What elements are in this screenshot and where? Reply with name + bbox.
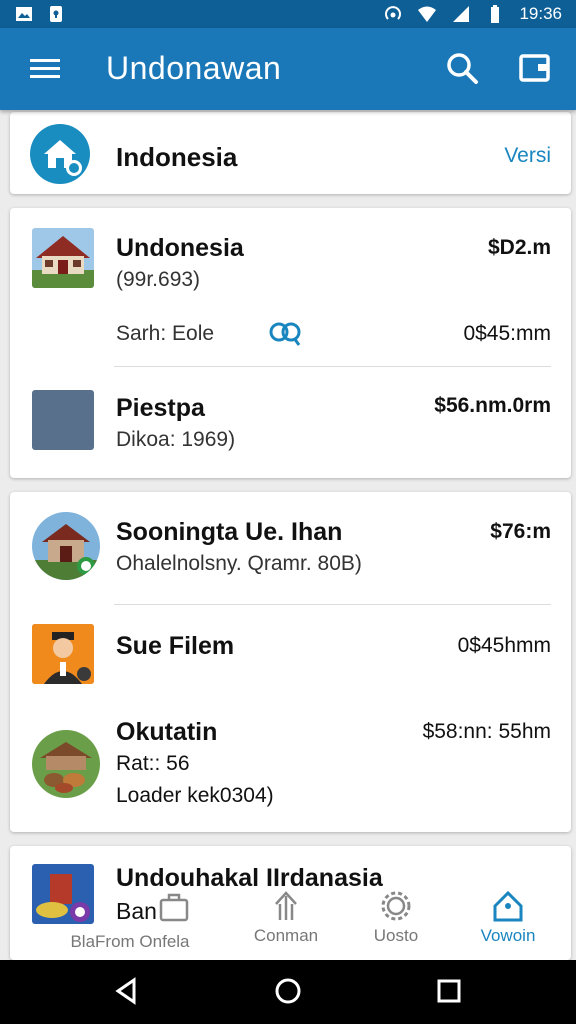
country-title: Indonesia <box>116 142 238 172</box>
binoculars-icon[interactable] <box>268 318 302 348</box>
wifi-icon <box>418 6 437 22</box>
home-icon <box>493 890 523 922</box>
app-title: Undonawan <box>106 50 282 86</box>
person-thumbnail <box>32 624 94 684</box>
battery-icon <box>491 5 500 23</box>
bottom-navigation: BlaFrom Onfela Conman Uosto Vowoin <box>0 880 576 960</box>
listing-title[interactable]: Okutatin <box>116 718 217 747</box>
listing-price: $76:m <box>490 520 551 543</box>
listing-title[interactable]: Sooningta Ue. Ihan <box>116 518 342 547</box>
divider <box>114 366 551 367</box>
briefcase-icon <box>159 893 189 922</box>
listing-date: Dikoa: 1969) <box>116 428 236 451</box>
nav-label: BlaFrom Onfela <box>70 932 190 951</box>
divider <box>114 604 551 605</box>
listing-loader: Loader kek0304) <box>116 784 274 807</box>
listing-price: $D2.m <box>487 236 551 259</box>
search-icon[interactable] <box>444 50 480 86</box>
recents-icon[interactable] <box>434 976 464 1006</box>
nav-label: Vowoin <box>480 926 536 945</box>
app-bar: Undonawan <box>0 28 576 110</box>
gallery-notification-icon <box>16 7 32 21</box>
home-badge-icon <box>30 124 90 184</box>
status-bar: 19:36 <box>0 0 576 28</box>
nn-logo-thumbnail <box>32 390 94 450</box>
listing-rating: Rat:: 56 <box>116 752 190 775</box>
listing-title[interactable]: Sue Filem <box>116 632 234 661</box>
wallet-icon[interactable] <box>518 50 552 86</box>
clock: 19:36 <box>519 4 562 23</box>
listing-card-2: Sooningta Ue. Ihan Ohalelnolsny. Qramr. … <box>10 492 571 832</box>
back-icon[interactable] <box>112 976 142 1006</box>
listing-search-label: Sarh: Eole <box>116 322 215 345</box>
nav-item-vowoin[interactable]: Vowoin <box>438 888 576 946</box>
temple-thumbnail <box>32 512 100 580</box>
country-header-card[interactable]: Indonesia Versi <box>10 112 571 194</box>
gear-icon <box>381 891 411 921</box>
listing-subtitle: Ohalelnolsny. Qramr. 80B) <box>116 552 362 575</box>
listing-price: 0$45hmm <box>457 634 551 657</box>
version-link[interactable]: Versi <box>504 144 551 168</box>
listing-code: (99r.693) <box>116 268 201 291</box>
listing-card-1: Undonesia (99r.693) $D2.m Sarh: Eole 0$4… <box>10 208 571 478</box>
upload-icon <box>275 891 297 920</box>
listing-price: $56.nm.0rm <box>434 394 551 417</box>
system-navigation-bar <box>0 960 576 1024</box>
listing-price: $58:nn: 55hm <box>422 720 551 743</box>
hamburger-menu-icon[interactable] <box>28 54 62 84</box>
food-thumbnail <box>32 730 100 798</box>
house-thumbnail <box>32 228 94 288</box>
listing-title[interactable]: Undonesia <box>116 234 244 263</box>
listing-price-secondary: 0$45:mm <box>463 322 551 345</box>
lock-notification-icon <box>50 6 62 22</box>
hotspot-icon <box>385 6 402 20</box>
signal-icon <box>453 6 470 22</box>
listing-title[interactable]: Piestpa <box>116 394 205 423</box>
home-button-icon[interactable] <box>273 976 303 1006</box>
